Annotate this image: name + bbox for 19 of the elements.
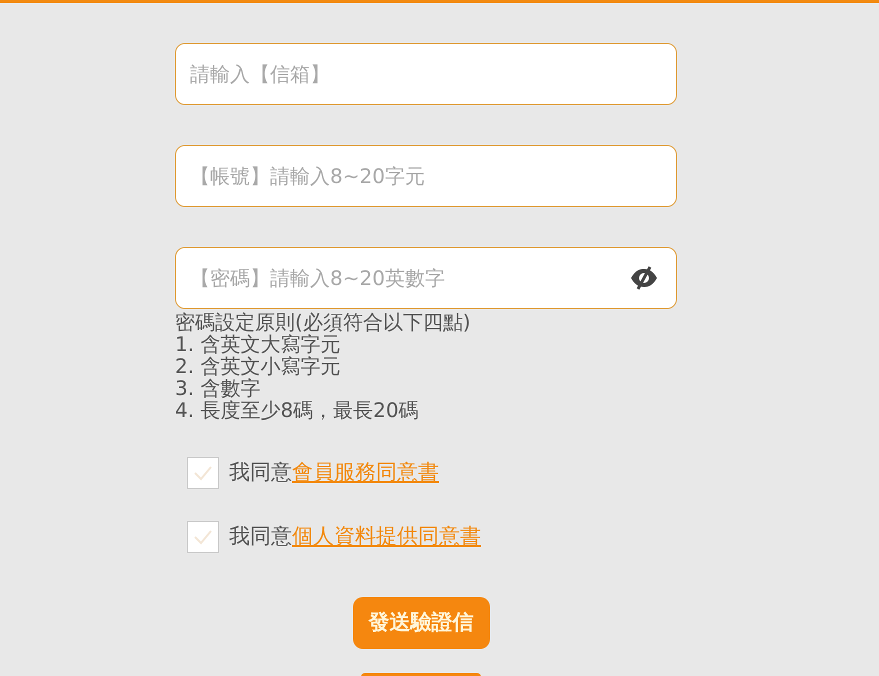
- checkbox[interactable]: [187, 521, 219, 553]
- rule-item: 3. 含數字: [175, 377, 262, 399]
- rule-item: 4. 長度至少8碼，最長20碼: [175, 399, 420, 421]
- input-field[interactable]: 【密碼】請輸入8~20英數字: [175, 247, 677, 309]
- rule-item: 2. 含英文小寫字元: [175, 355, 342, 377]
- send-button[interactable]: 發送驗證信: [352, 597, 490, 648]
- check-icon: [193, 529, 213, 545]
- input-field[interactable]: 請輸入【信箱】: [175, 43, 677, 105]
- checkbox[interactable]: [187, 457, 219, 489]
- check-icon: [193, 465, 213, 481]
- rules-title: 密碼設定原則(必須符合以下四點): [175, 311, 472, 333]
- agreement-label: 我同意個人資料提供同意書: [229, 523, 481, 550]
- agreement-link[interactable]: 個人資料提供同意書: [292, 524, 481, 548]
- agreement-label: 我同意會員服務同意書: [229, 459, 439, 486]
- agreement-link[interactable]: 會員服務同意書: [292, 460, 439, 484]
- button[interactable]: [361, 672, 481, 676]
- rule-item: 1. 含英文大寫字元: [175, 333, 340, 355]
- eye-slash-icon[interactable]: [629, 265, 659, 291]
- input-field[interactable]: 【帳號】請輸入8~20字元: [175, 145, 677, 207]
